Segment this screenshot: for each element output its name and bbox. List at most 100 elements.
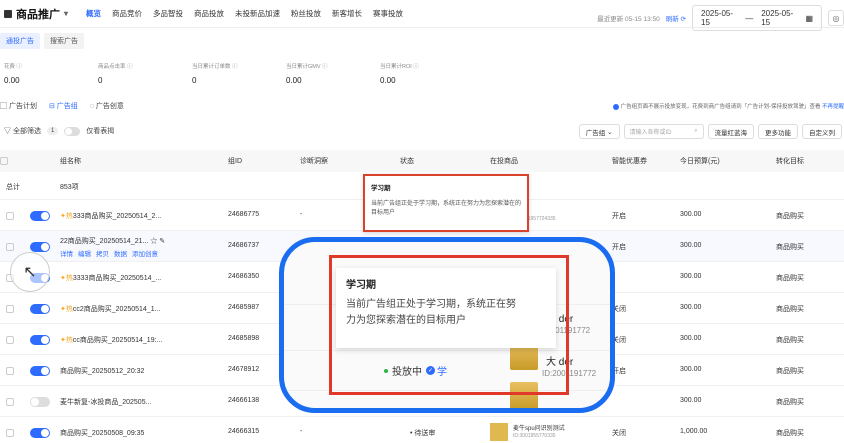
row-checkbox[interactable]: [6, 212, 14, 220]
col-id[interactable]: 组ID: [228, 156, 242, 166]
row-budget[interactable]: 300.00: [680, 335, 701, 342]
row-id: 24686737: [228, 242, 260, 249]
row-checkbox[interactable]: [6, 336, 14, 344]
row-actions: 详情 编辑 拷贝 数据 添加创意: [60, 248, 163, 258]
more-functions-button[interactable]: 更多功能: [758, 124, 798, 139]
row-budget[interactable]: 1,000.00: [680, 428, 707, 435]
nav-tab-bidding[interactable]: 商品竞价: [112, 8, 142, 19]
row-action-link[interactable]: 添加创意: [132, 251, 158, 258]
row-name[interactable]: ✦热333商品购买_20250514_2...: [60, 211, 161, 221]
col-target[interactable]: 转化目标: [776, 156, 804, 166]
row-budget[interactable]: 300.00: [680, 211, 701, 218]
row-checkbox[interactable]: [6, 305, 14, 313]
row-action-link[interactable]: 数据: [114, 251, 127, 258]
nav-tab-event[interactable]: 赛事投放: [373, 8, 403, 19]
row-target: 商品购买: [776, 275, 804, 282]
date-range-picker[interactable]: 2025-05-15 — 2025-05-15 ▦: [692, 5, 822, 31]
date-separator: —: [745, 13, 754, 23]
col-diag[interactable]: 诊断洞察: [300, 156, 328, 166]
row-name[interactable]: ✦热cc商品购买_20250514_19:...: [60, 335, 162, 345]
tooltip-title: 学习期: [371, 185, 391, 192]
row-name[interactable]: 商品购买_20250508_09:35: [60, 428, 144, 438]
nav-tab-newproduct[interactable]: 未投新品加速: [235, 8, 280, 19]
main-nav-tabs: 概览 商品竞价 多品智投 商品投放 未投新品加速 粉丝投放 新客增长 赛事投放: [86, 8, 403, 19]
row-toggle[interactable]: [30, 304, 50, 314]
metric-roi[interactable]: 当日累计ROI ⓘ 0.00: [380, 62, 474, 85]
hot-icon: ✦热: [60, 275, 73, 282]
row-checkbox[interactable]: [6, 429, 14, 437]
row-checkbox[interactable]: [6, 398, 14, 406]
tab-search-ads[interactable]: 搜索广告: [44, 33, 84, 49]
tab-ad-creative[interactable]: ◌ 广告创意: [90, 101, 124, 111]
info-notice: 广告组页面不展示投放变现，花费到商广告组请到「广告计划-保持投放驾驶」查看 不再…: [612, 102, 844, 110]
tab-ad-plan[interactable]: ▢ 广告计划: [0, 101, 37, 111]
date-end: 2025-05-15: [761, 9, 794, 27]
row-toggle[interactable]: [30, 428, 50, 438]
tab-general-ads[interactable]: 通投广告: [0, 33, 40, 49]
row-action-link[interactable]: 拷贝: [96, 251, 109, 258]
dismiss-notice-link[interactable]: 不再提醒: [822, 104, 844, 110]
row-budget[interactable]: 300.00: [680, 397, 701, 404]
row-target: 商品购买: [776, 368, 804, 375]
custom-columns-button[interactable]: 自定义列: [802, 124, 842, 139]
metric-ctr[interactable]: 商品点击率 ⓘ 0: [98, 62, 192, 85]
nav-tab-newcustomer[interactable]: 新客增长: [332, 8, 362, 19]
search-input[interactable]: 请输入各称或ID ⌕: [623, 124, 704, 139]
col-status[interactable]: 状态: [400, 156, 414, 166]
row-id: 24666138: [228, 397, 260, 404]
row-toggle[interactable]: [30, 397, 50, 407]
row-name[interactable]: ✦热cc2商品购买_20250514_1...: [60, 304, 160, 314]
row-diag: -: [300, 428, 303, 435]
row-toggle[interactable]: [30, 211, 50, 221]
row-toggle[interactable]: [30, 366, 50, 376]
row-budget[interactable]: 300.00: [680, 304, 701, 311]
col-coupon[interactable]: 智能优惠券: [612, 156, 647, 166]
refresh-button[interactable]: 刷新 ⟳: [666, 13, 686, 23]
brand-menu[interactable]: 商品推广 ▾: [0, 6, 68, 22]
nav-tab-fans[interactable]: 粉丝投放: [291, 8, 321, 19]
row-name[interactable]: 麦牛新复-冰投商品_202505...: [60, 397, 151, 407]
row-toggle[interactable]: [30, 335, 50, 345]
row-target: 商品购买: [776, 430, 804, 437]
tab-ad-group[interactable]: ⊟ 广告组: [49, 101, 78, 111]
only-toggle[interactable]: [64, 126, 81, 136]
nav-tab-product[interactable]: 商品投放: [194, 8, 224, 19]
table-row[interactable]: 商品购买_20250508_09:35 24666315 - • 待送审 麦牛spu问识…: [0, 417, 844, 443]
search-icon: ⌕: [694, 128, 698, 134]
row-id: 24678912: [228, 366, 260, 373]
row-checkbox[interactable]: [6, 243, 14, 251]
metric-gmv[interactable]: 当日累计GMV ⓘ 0.00: [286, 62, 380, 85]
filter-row: ▽ 全部筛选 1 仅看表揭 广告组 ⌄ 请输入各称或ID ⌕ 流量红蓝海 更多功能…: [0, 124, 844, 140]
row-action-link[interactable]: 详情: [60, 251, 73, 258]
group-select[interactable]: 广告组 ⌄: [578, 124, 620, 139]
update-time: 最近更新 05-15 13:50: [597, 16, 660, 23]
select-all-checkbox[interactable]: [0, 157, 8, 165]
row-checkbox[interactable]: [6, 367, 14, 375]
row-budget[interactable]: 300.00: [680, 242, 701, 249]
table-header: 组名称 组ID 诊断洞察 状态 在投商品 智能优惠券 今日预算(元) 转化目标: [0, 150, 844, 172]
nav-tab-overview[interactable]: 概览: [86, 8, 101, 19]
col-budget[interactable]: 今日预算(元): [680, 156, 720, 166]
nav-tab-multi[interactable]: 多品智投: [153, 8, 183, 19]
row-toggle[interactable]: [30, 242, 50, 252]
row-coupon: 开启: [612, 244, 626, 251]
row-budget[interactable]: 300.00: [680, 273, 701, 280]
col-product[interactable]: 在投商品: [490, 156, 518, 166]
row-id: 24666315: [228, 428, 260, 435]
user-icon[interactable]: ◎: [828, 10, 844, 26]
metric-spend[interactable]: 花费 ⓘ 0.00: [4, 62, 98, 85]
row-product-name[interactable]: 麦牛spu问识别测试: [513, 423, 565, 432]
row-name[interactable]: 22商品购买_20250514_21... ☆ ✎: [60, 236, 165, 246]
flow-button[interactable]: 流量红蓝海: [707, 124, 754, 139]
app-logo-icon: [4, 9, 12, 18]
row-action-link[interactable]: 编辑: [78, 251, 91, 258]
row-name[interactable]: 商品购买_20250512_20:32: [60, 366, 144, 376]
ad-type-tabs: 通投广告 搜索广告: [0, 33, 84, 49]
row-target: 商品购买: [776, 306, 804, 313]
filter-button[interactable]: ▽ 全部筛选: [4, 126, 41, 136]
row-budget[interactable]: 300.00: [680, 366, 701, 373]
metric-orders[interactable]: 当日累计订单数 ⓘ 0: [192, 62, 286, 85]
row-name[interactable]: ✦热3333商品购买_20250514_...: [60, 273, 161, 283]
row-product-id: ID:3001955770335: [513, 433, 556, 439]
col-name[interactable]: 组名称: [60, 156, 81, 166]
